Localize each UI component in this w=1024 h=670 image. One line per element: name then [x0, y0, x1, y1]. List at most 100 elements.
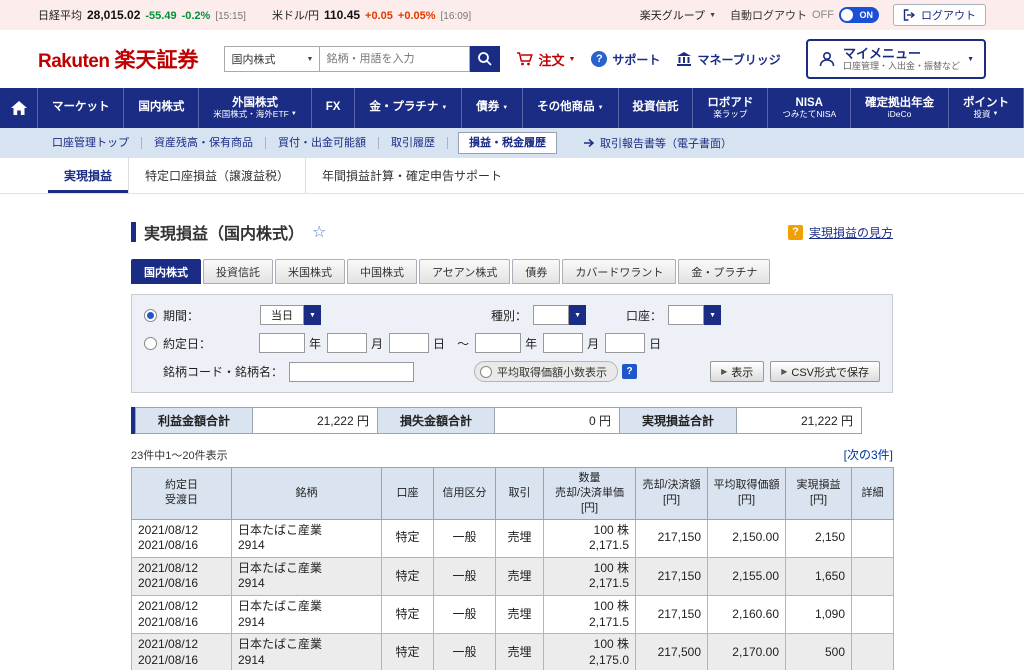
date-from-year-input[interactable] [259, 333, 305, 353]
subnav-pl-tax-history[interactable]: 損益・税金履歴 [458, 132, 557, 154]
date-to-day-input[interactable] [605, 333, 645, 353]
support-link[interactable]: ? サポート [591, 51, 660, 68]
ptab-domestic-stock[interactable]: 国内株式 [131, 259, 201, 284]
bank-icon [676, 52, 692, 66]
ptab-us-stock[interactable]: 米国株式 [275, 259, 345, 284]
my-menu-button[interactable]: マイメニュー 口座管理・入出金・振替など ▼ [806, 39, 986, 79]
type-label: 種別： [491, 307, 527, 324]
nav-item-bonds[interactable]: 債券▼ [462, 88, 523, 128]
subnav-asset-balance[interactable]: 資産残高・保有商品 [142, 137, 266, 149]
col-avg-price: 平均取得価額[円] [708, 468, 786, 520]
tab-realized-pl[interactable]: 実現損益 [48, 158, 128, 193]
subnav-account-top[interactable]: 口座管理トップ [40, 137, 142, 149]
date-from-month-input[interactable] [327, 333, 367, 353]
chevron-down-icon: ▼ [502, 105, 508, 112]
next-page-link[interactable]: [次の3件] [844, 446, 893, 463]
period-value-box[interactable]: 当日 [260, 305, 304, 325]
auto-logout-label: 自動ログアウト [730, 7, 807, 23]
chevron-down-icon: ▼ [291, 111, 297, 118]
date-from-day-input[interactable] [389, 333, 429, 353]
nav-item-roboad[interactable]: ロボアド 楽ラップ [693, 88, 768, 128]
chevron-down-icon: ▼ [993, 111, 999, 118]
symbol-label: 銘柄コード・銘柄名： [163, 363, 283, 380]
nikkei-time: [15:15] [215, 11, 246, 22]
order-menu[interactable]: 注文 ▼ [516, 50, 575, 69]
nav-item-mutual-funds[interactable]: 投資信託 [619, 88, 694, 128]
period-value-group: 当日 ▼ [260, 305, 321, 325]
logout-label: ログアウト [921, 7, 976, 23]
ptab-china-stock[interactable]: 中国株式 [347, 259, 417, 284]
filter-row-period: 期間： 当日 ▼ 種別： ▼ 口座： ▼ [144, 305, 880, 325]
ptab-asean-stock[interactable]: アセアン株式 [419, 259, 510, 284]
nikkei-label: 日経平均 [38, 7, 82, 23]
type-dropdown-button[interactable]: ▼ [569, 305, 586, 325]
filter-row-symbol: 銘柄コード・銘柄名： 平均取得価額小数表示 ? ▶ 表示 ▶ CSV形式で保存 [144, 361, 880, 382]
account-dropdown-button[interactable]: ▼ [704, 305, 721, 325]
type-value-box[interactable] [533, 305, 569, 325]
search-input[interactable] [320, 46, 470, 72]
usdjpy-label: 米ドル/円 [272, 7, 319, 23]
search-category-select[interactable]: 国内株式 ▼ [224, 46, 320, 72]
symbol-input[interactable] [289, 362, 414, 382]
chevron-down-icon: ▼ [967, 56, 974, 63]
chevron-down-icon: ▼ [307, 56, 314, 63]
usdjpy-change: +0.05 [365, 10, 393, 22]
trade-date-radio[interactable] [144, 337, 157, 350]
usdjpy-time: [16:09] [441, 11, 472, 22]
ptab-covered-warrant[interactable]: カバードワラント [562, 259, 676, 284]
nav-item-ideco[interactable]: 確定拠出年金 iDeCo [851, 88, 949, 128]
account-value-box[interactable] [668, 305, 704, 325]
ptab-mutual-funds[interactable]: 投資信託 [203, 259, 273, 284]
nav-item-point-investment[interactable]: ポイント 投資▼ [949, 88, 1024, 128]
nav-item-nisa[interactable]: NISA つみたてNISA [768, 88, 851, 128]
ptab-gold-platinum[interactable]: 金・プラチナ [678, 259, 770, 284]
nav-item-gold-platinum[interactable]: 金・プラチナ▼ [355, 88, 462, 128]
search-icon [477, 51, 493, 67]
chevron-down-icon: ▼ [709, 12, 716, 19]
tab-specific-account-pl[interactable]: 特定口座損益（譲渡益税） [128, 158, 305, 193]
auto-logout-toggle[interactable]: ON [839, 7, 879, 23]
nav-item-home[interactable] [0, 88, 38, 128]
nav-item-market[interactable]: マーケット [38, 88, 124, 128]
date-to-month-input[interactable] [543, 333, 583, 353]
nikkei-change-pct: -0.2% [182, 10, 211, 22]
site-search: 国内株式 ▼ [224, 46, 500, 72]
arrow-right-icon [583, 138, 595, 148]
pl-guide-link[interactable]: 実現損益の見方 [809, 224, 893, 241]
nikkei-quote[interactable]: 日経平均 28,015.02 -55.49 -0.2% [15:15] [38, 7, 246, 23]
favorite-star-icon[interactable]: ☆ [312, 222, 326, 242]
rakuten-securities-logo[interactable]: Rakuten 楽天証券 [38, 44, 198, 74]
csv-save-button[interactable]: ▶ CSV形式で保存 [770, 361, 880, 382]
moneybridge-link[interactable]: マネーブリッジ [676, 51, 780, 68]
subnav-buy-withdraw[interactable]: 買付・出金可能額 [266, 137, 379, 149]
avg-price-help-icon[interactable]: ? [622, 364, 637, 379]
chevron-down-icon: ▼ [441, 105, 447, 112]
avg-price-decimal-toggle[interactable]: 平均取得価額小数表示 [474, 361, 618, 382]
nav-item-domestic-stock[interactable]: 国内株式 [124, 88, 199, 128]
section-tabs: 実現損益 特定口座損益（譲渡益税） 年間損益計算・確定申告サポート [0, 158, 1024, 194]
col-realized-pl: 実現損益[円] [786, 468, 852, 520]
subnav-report-link[interactable]: 取引報告書等（電子書面） [583, 135, 732, 151]
usdjpy-quote[interactable]: 米ドル/円 110.45 +0.05 +0.05% [16:09] [272, 7, 471, 23]
nav-item-other-products[interactable]: その他商品▼ [523, 88, 618, 128]
period-dropdown-button[interactable]: ▼ [304, 305, 321, 325]
my-menu-texts: マイメニュー 口座管理・入出金・振替など [843, 46, 960, 72]
logout-button[interactable]: ログアウト [893, 4, 986, 26]
nikkei-change: -55.49 [145, 10, 176, 22]
period-radio[interactable] [144, 309, 157, 322]
my-menu-label: マイメニュー [843, 46, 960, 62]
ptab-bonds[interactable]: 債券 [512, 259, 560, 284]
main-content: 実現損益（国内株式） ☆ ? 実現損益の見方 国内株式 投資信託 米国株式 中国… [131, 220, 893, 670]
rakuten-group-menu[interactable]: 楽天グループ ▼ [640, 7, 716, 23]
subnav-trade-history[interactable]: 取引履歴 [379, 137, 448, 149]
nav-item-fx[interactable]: FX [312, 88, 356, 128]
nav-item-foreign-stock[interactable]: 外国株式 米国株式・海外ETF▼ [199, 88, 311, 128]
col-trade-settle-date: 約定日受渡日 [132, 468, 232, 520]
detail-cell [852, 557, 894, 595]
tab-annual-pl-tax-support[interactable]: 年間損益計算・確定申告サポート [305, 158, 518, 193]
show-button[interactable]: ▶ 表示 [710, 361, 764, 382]
table-row: 2021/08/122021/08/16 日本たばこ産業2914 特定 一般 売… [132, 595, 894, 633]
date-to-year-input[interactable] [475, 333, 521, 353]
search-button[interactable] [470, 46, 500, 72]
col-amount: 売却/決済額[円] [636, 468, 708, 520]
